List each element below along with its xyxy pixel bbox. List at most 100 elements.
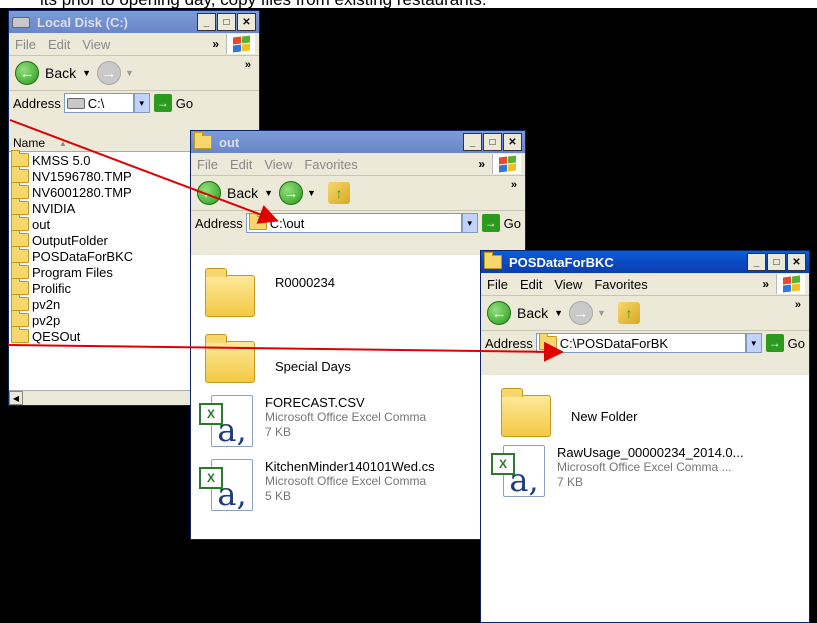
address-bar: Address C:\ ▼ → Go xyxy=(9,91,259,115)
folder-list-label: POSDataForBKC xyxy=(32,248,134,264)
address-input[interactable]: C:\out xyxy=(245,213,462,233)
folder-icon xyxy=(538,334,557,350)
toolbar-more-chevron[interactable]: » xyxy=(511,179,517,191)
forward-arrow-icon[interactable]: → xyxy=(569,301,594,325)
close-button[interactable]: ✕ xyxy=(237,13,256,31)
folder-icon xyxy=(484,252,502,269)
back-button-label[interactable]: Back xyxy=(45,65,76,81)
forward-dropdown-icon[interactable]: ▼ xyxy=(125,68,134,78)
folder-tile[interactable]: Special Days xyxy=(205,334,351,383)
minimize-button[interactable]: _ xyxy=(747,253,766,271)
address-dropdown-icon[interactable]: ▼ xyxy=(461,213,478,233)
forward-dropdown-icon[interactable]: ▼ xyxy=(307,188,316,198)
excel-file-icon: a, X xyxy=(199,459,257,511)
menu-file[interactable]: File xyxy=(197,157,218,172)
folder-list-label: NVIDIA xyxy=(32,200,76,216)
folder-list-label: Prolific xyxy=(32,280,72,296)
file-pane: R0000234 Special Days a, X FORECAST.CSV M… xyxy=(191,255,525,539)
back-dropdown-icon[interactable]: ▼ xyxy=(82,68,91,78)
minimize-button[interactable]: _ xyxy=(463,133,482,151)
address-input[interactable]: C:\ xyxy=(63,93,134,113)
forward-arrow-icon[interactable]: → xyxy=(97,61,122,85)
address-label: Address xyxy=(485,335,533,351)
back-arrow-icon[interactable]: ← xyxy=(197,181,221,205)
menu-bar: File Edit View » xyxy=(9,33,259,56)
back-button-label[interactable]: Back xyxy=(227,185,258,201)
forward-dropdown-icon[interactable]: ▼ xyxy=(597,308,606,318)
menu-view[interactable]: View xyxy=(264,157,292,172)
menu-favorites[interactable]: Favorites xyxy=(304,157,357,172)
titlebar[interactable]: POSDataForBKC _ □ ✕ xyxy=(481,251,809,273)
menu-more-chevron[interactable]: » xyxy=(478,157,485,171)
go-arrow-icon[interactable]: → xyxy=(153,94,172,112)
titlebar[interactable]: out _ □ ✕ xyxy=(191,131,525,153)
menu-edit[interactable]: Edit xyxy=(520,277,542,292)
scroll-left-icon[interactable]: ◀ xyxy=(9,391,23,405)
address-value: C:\POSDataForBK xyxy=(559,335,669,351)
file-type: Microsoft Office Excel Comma xyxy=(265,410,427,424)
folder-icon xyxy=(11,326,29,343)
window-title: out xyxy=(219,134,240,150)
go-button-label[interactable]: Go xyxy=(788,336,805,351)
go-arrow-icon[interactable]: → xyxy=(765,334,784,352)
up-folder-icon[interactable]: ↑ xyxy=(327,182,350,204)
folder-icon xyxy=(11,182,29,199)
folder-tile[interactable]: New Folder xyxy=(501,388,637,437)
window-posdata: POSDataForBKC _ □ ✕ File Edit View Favor… xyxy=(480,250,810,623)
menu-file[interactable]: File xyxy=(487,277,508,292)
menu-more-chevron[interactable]: » xyxy=(212,37,219,51)
toolbar-more-chevron[interactable]: » xyxy=(245,59,251,71)
go-arrow-icon[interactable]: → xyxy=(481,214,500,232)
close-button[interactable]: ✕ xyxy=(787,253,806,271)
menu-more-chevron[interactable]: » xyxy=(762,277,769,291)
forward-arrow-icon[interactable]: → xyxy=(279,181,304,205)
maximize-button[interactable]: □ xyxy=(767,253,786,271)
drive-icon xyxy=(66,97,85,109)
column-header-label: Name xyxy=(13,136,46,150)
menu-favorites[interactable]: Favorites xyxy=(594,277,647,292)
file-tile[interactable]: a, X FORECAST.CSV Microsoft Office Excel … xyxy=(199,395,426,447)
menu-bar: File Edit View Favorites » xyxy=(481,273,809,296)
folder-tile[interactable]: R0000234 xyxy=(205,268,335,317)
menu-edit[interactable]: Edit xyxy=(230,157,252,172)
folder-icon xyxy=(11,166,29,183)
window-out: out _ □ ✕ File Edit View Favorites » ← B… xyxy=(190,130,526,540)
folder-icon xyxy=(205,334,255,383)
back-dropdown-icon[interactable]: ▼ xyxy=(554,308,563,318)
menu-file[interactable]: File xyxy=(15,37,36,52)
address-label: Address xyxy=(195,215,243,231)
toolbar: ← Back ▼ → ▼ ↑ » xyxy=(191,176,525,211)
file-tile[interactable]: a, X RawUsage_00000234_2014.0... Microsof… xyxy=(491,445,743,497)
address-dropdown-icon[interactable]: ▼ xyxy=(133,93,150,113)
go-button-label[interactable]: Go xyxy=(504,216,521,231)
minimize-button[interactable]: _ xyxy=(197,13,216,31)
file-pane: New Folder a, X RawUsage_00000234_2014.0.… xyxy=(481,375,809,622)
maximize-button[interactable]: □ xyxy=(217,13,236,31)
back-button-label[interactable]: Back xyxy=(517,305,548,321)
back-dropdown-icon[interactable]: ▼ xyxy=(264,188,273,198)
go-button-label[interactable]: Go xyxy=(176,96,193,111)
address-dropdown-icon[interactable]: ▼ xyxy=(745,333,762,353)
file-tile[interactable]: a, X KitchenMinder140101Wed.cs Microsoft … xyxy=(199,459,435,511)
menu-edit[interactable]: Edit xyxy=(48,37,70,52)
menu-view[interactable]: View xyxy=(554,277,582,292)
folder-icon xyxy=(11,246,29,263)
titlebar[interactable]: Local Disk (C:) _ □ ✕ xyxy=(9,11,259,33)
address-input[interactable]: C:\POSDataForBK xyxy=(535,333,746,353)
back-arrow-icon[interactable]: ← xyxy=(487,301,511,325)
close-button[interactable]: ✕ xyxy=(503,133,522,151)
caption-strip: its prior to opening day, copy files fro… xyxy=(0,0,817,8)
folder-icon xyxy=(11,310,29,327)
menu-bar: File Edit View Favorites » xyxy=(191,153,525,176)
menu-view[interactable]: View xyxy=(82,37,110,52)
file-name: KitchenMinder140101Wed.cs xyxy=(265,459,435,474)
folder-list-label: pv2n xyxy=(32,296,61,312)
maximize-button[interactable]: □ xyxy=(483,133,502,151)
back-arrow-icon[interactable]: ← xyxy=(15,61,39,85)
up-folder-icon[interactable]: ↑ xyxy=(617,302,640,324)
folder-icon xyxy=(194,132,212,149)
folder-list-label: out xyxy=(32,216,51,232)
folder-icon xyxy=(11,262,29,279)
folder-icon xyxy=(11,294,29,311)
toolbar-more-chevron[interactable]: » xyxy=(795,299,801,311)
